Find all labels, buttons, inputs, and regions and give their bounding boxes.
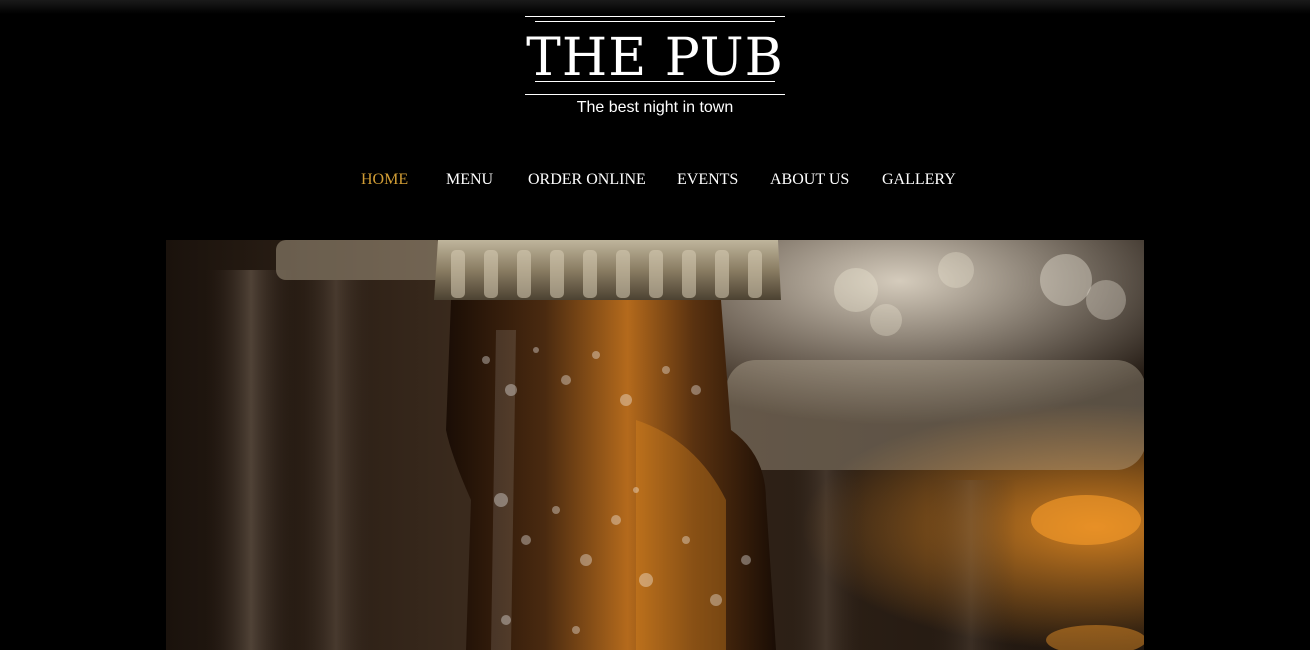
main-nav: HOME MENU ORDER ONLINE EVENTS ABOUT US G… [0, 170, 1310, 190]
site-logo[interactable]: THE PUB [525, 16, 785, 96]
nav-order-online[interactable]: ORDER ONLINE [528, 170, 646, 190]
logo-bottom-line [525, 94, 785, 95]
top-fade [0, 0, 1310, 14]
hero-image [166, 240, 1144, 650]
nav-gallery[interactable]: GALLERY [882, 170, 956, 190]
site-tagline: The best night in town [576, 99, 734, 116]
nav-home[interactable]: HOME [361, 170, 408, 190]
logo-top-line [525, 16, 785, 17]
hero-photo-illustration [166, 240, 1144, 650]
logo-top-inner-line [535, 21, 775, 22]
nav-events[interactable]: EVENTS [677, 170, 738, 190]
logo-bottom-inner-line [535, 81, 775, 82]
nav-about-us[interactable]: ABOUT US [770, 170, 849, 190]
nav-menu[interactable]: MENU [446, 170, 493, 190]
site-title: THE PUB [526, 28, 784, 88]
